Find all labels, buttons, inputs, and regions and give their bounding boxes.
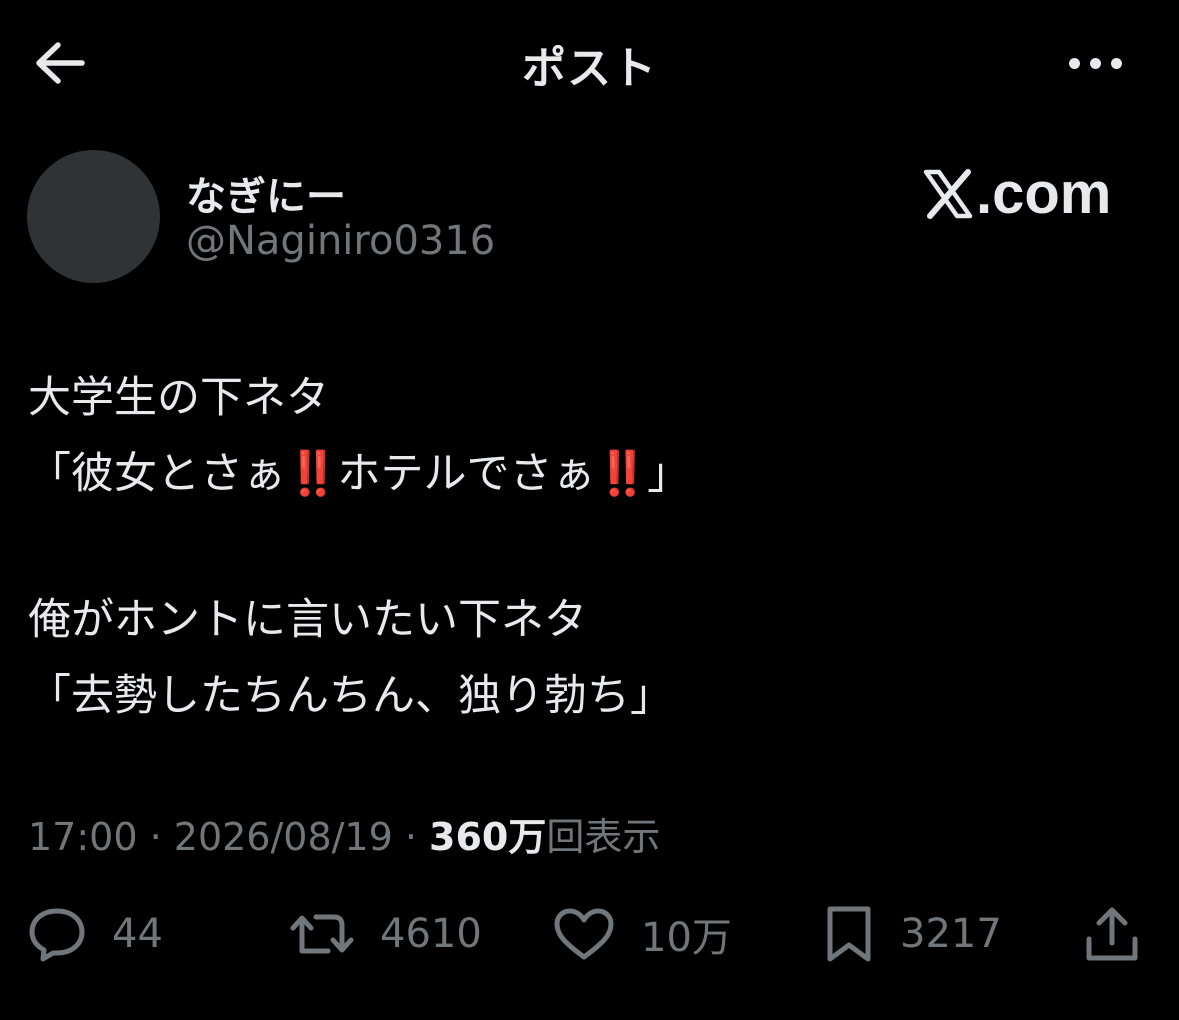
- page-title: ポスト: [522, 43, 657, 94]
- tweet-text: 大学生の下ネタ 「彼女とさぁ‼️ホテルでさぁ‼️」 俺がホントに言いたい下ネタ …: [28, 360, 1148, 734]
- like-button[interactable]: 10万: [553, 898, 732, 970]
- reply-bubble-icon: [29, 908, 85, 962]
- tweet-line-text: ホテルでさぁ: [337, 449, 596, 499]
- top-nav-bar: ポスト: [0, 0, 1179, 128]
- author-handle[interactable]: @Naginiro0316: [186, 218, 495, 264]
- tweet-line: 「去勢したちんちん、独り勃ち」: [28, 671, 673, 721]
- post-detail-screen: ポスト なぎにー @Naginiro0316 .com 大学生の下ネタ 「彼女と…: [0, 0, 1179, 1020]
- tweet-line-text: 」: [647, 449, 691, 499]
- double-exclamation-emoji: ‼️: [286, 449, 340, 499]
- reply-button[interactable]: 44: [28, 898, 163, 970]
- tweet-line: 俺がホントに言いたい下ネタ: [28, 595, 587, 645]
- retweet-icon: [290, 914, 354, 954]
- brand-domain-text: .com: [976, 161, 1112, 226]
- bookmark-icon: [827, 906, 871, 962]
- retweet-button[interactable]: 4610: [290, 898, 482, 970]
- meta-separator: ·: [392, 815, 430, 859]
- post-time: 17:00: [28, 815, 138, 859]
- x-logo-icon: [923, 168, 973, 219]
- bookmark-count: 3217: [900, 911, 1002, 957]
- views-count[interactable]: 360万: [429, 815, 546, 859]
- bookmark-button[interactable]: 3217: [824, 898, 1002, 970]
- share-button[interactable]: [1084, 898, 1140, 970]
- meta-separator: ·: [137, 815, 174, 859]
- like-count: 10万: [641, 915, 732, 961]
- x-com-watermark: .com: [922, 160, 1111, 227]
- tweet-line: 「彼女とさぁ‼️ホテルでさぁ‼️」: [28, 436, 1148, 512]
- post-date: 2026/08/19: [173, 815, 393, 859]
- author-display-name[interactable]: なぎにー: [186, 164, 346, 222]
- action-bar: 44 4610 10万 3217: [0, 898, 1179, 978]
- post-meta: 17:00 · 2026/08/19 · 360万回表示: [28, 806, 660, 861]
- reply-count: 44: [112, 911, 163, 957]
- more-options-button[interactable]: [1055, 42, 1135, 84]
- avatar[interactable]: [27, 150, 160, 283]
- share-upload-icon: [1086, 907, 1138, 961]
- retweet-count: 4610: [380, 911, 482, 957]
- views-label[interactable]: 回表示: [546, 815, 660, 859]
- tweet-line: 大学生の下ネタ: [28, 373, 329, 423]
- tweet-line-text: 「彼女とさぁ: [28, 449, 286, 499]
- heart-icon: [554, 908, 614, 960]
- more-horizontal-icon: [1068, 57, 1122, 69]
- double-exclamation-emoji: ‼️: [595, 449, 650, 499]
